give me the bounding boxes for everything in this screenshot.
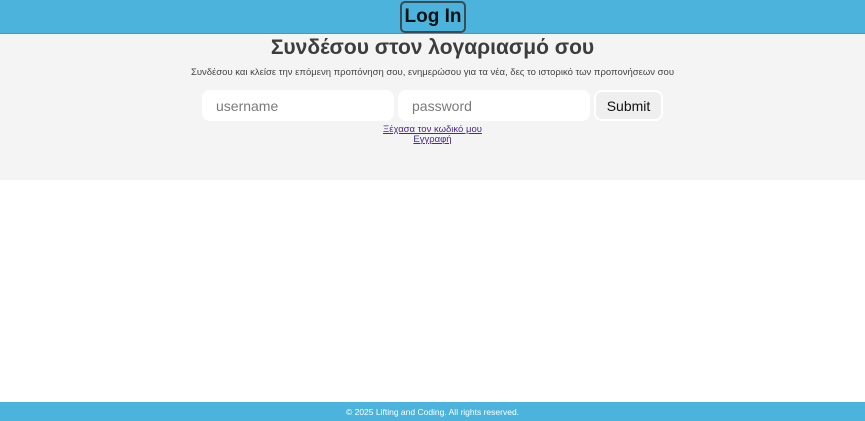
page-subtitle: Συνδέσου και κλείσε την επόμενη προπόνησ… xyxy=(190,67,675,78)
username-input[interactable] xyxy=(202,90,394,121)
submit-button[interactable]: Submit xyxy=(594,90,663,121)
copyright-text: © 2025 Lifting and Coding. All rights re… xyxy=(345,406,520,417)
page-title: Συνδέσου στον λογαριασμό σου xyxy=(270,36,595,59)
login-panel: Συνδέσου στον λογαριασμό σου Συνδέσου κα… xyxy=(0,34,865,180)
header-bar: Log In xyxy=(0,0,865,34)
register-link[interactable]: Εγγραφή xyxy=(0,134,865,145)
footer-bar: © 2025 Lifting and Coding. All rights re… xyxy=(0,402,865,421)
password-input[interactable] xyxy=(398,90,590,121)
login-button[interactable]: Log In xyxy=(400,1,466,33)
